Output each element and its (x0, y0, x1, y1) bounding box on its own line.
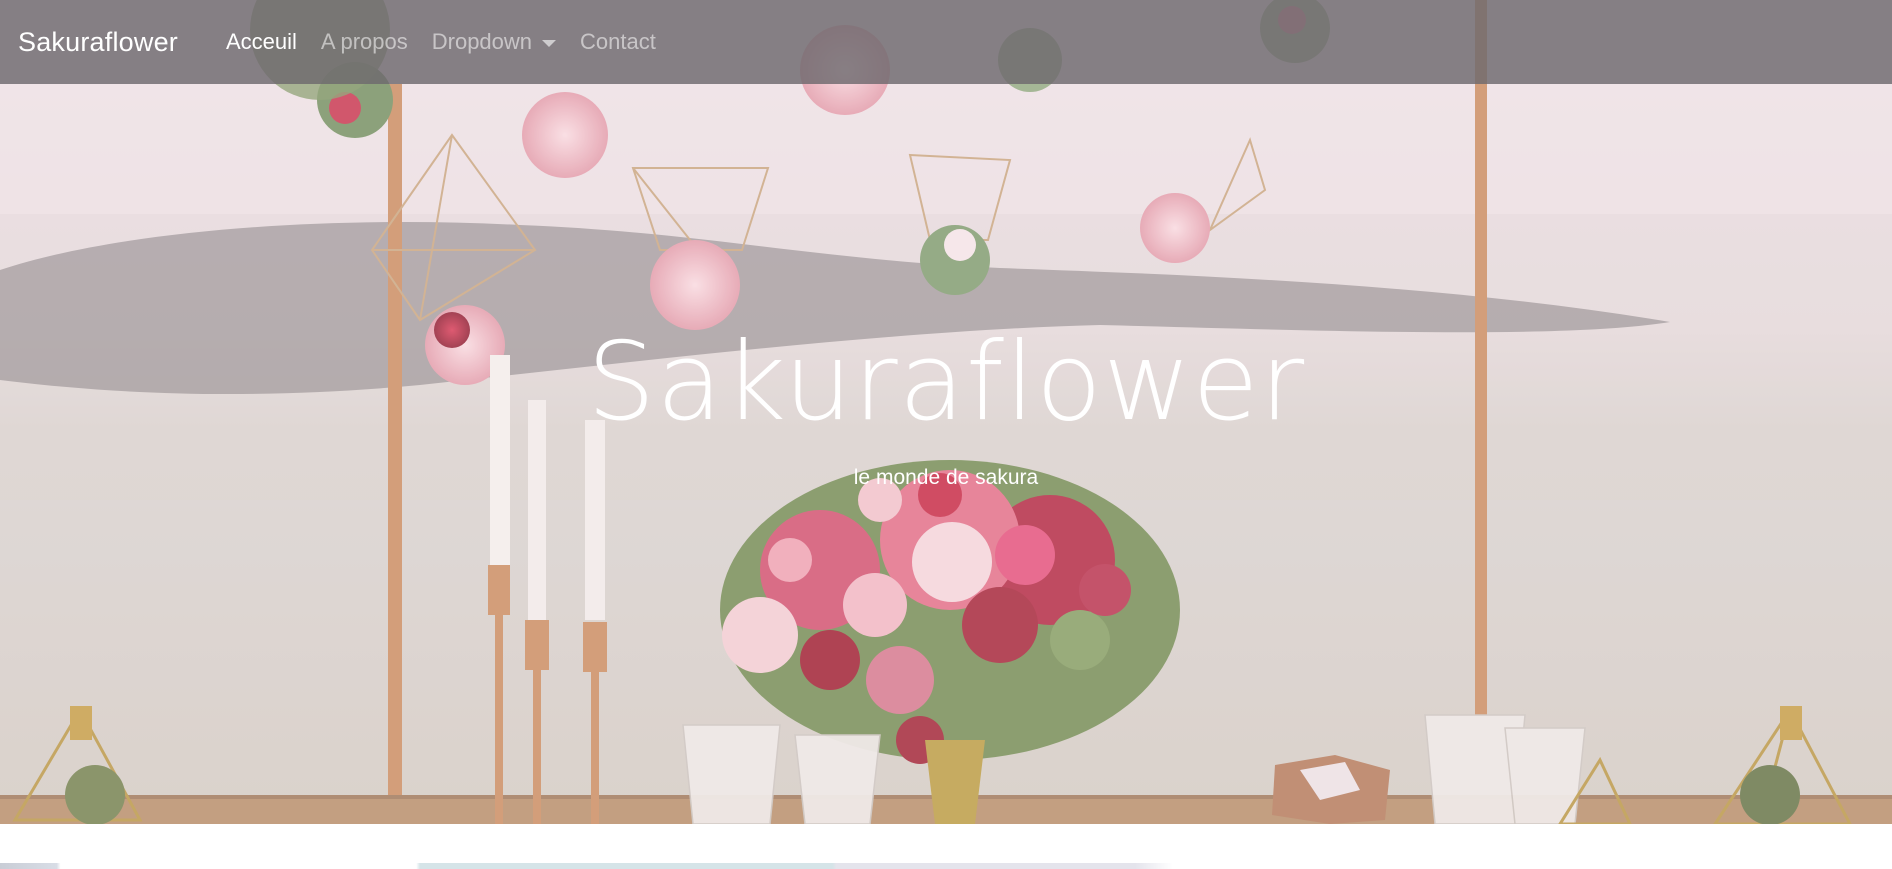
navbar: Sakuraflower Acceuil A propos Dropdown C… (0, 0, 1892, 84)
hero-title: Sakuraflower (586, 320, 1306, 445)
content-section-top (0, 824, 1892, 869)
nav-link-a-propos[interactable]: A propos (309, 29, 420, 55)
nav-link-contact[interactable]: Contact (568, 29, 668, 55)
nav-links: Acceuil A propos Dropdown Contact (214, 29, 668, 55)
page: Sakuraflower Acceuil A propos Dropdown C… (0, 0, 1892, 869)
hero-subtitle: le monde de sakura (853, 466, 1039, 489)
nav-dropdown-label: Dropdown (431, 29, 533, 54)
next-section-edge (0, 863, 1892, 869)
nav-link-acceuil[interactable]: Acceuil (214, 29, 309, 55)
navbar-brand[interactable]: Sakuraflower (18, 27, 178, 58)
caret-down-icon (542, 39, 557, 47)
nav-dropdown-toggle[interactable]: Dropdown (420, 29, 568, 55)
